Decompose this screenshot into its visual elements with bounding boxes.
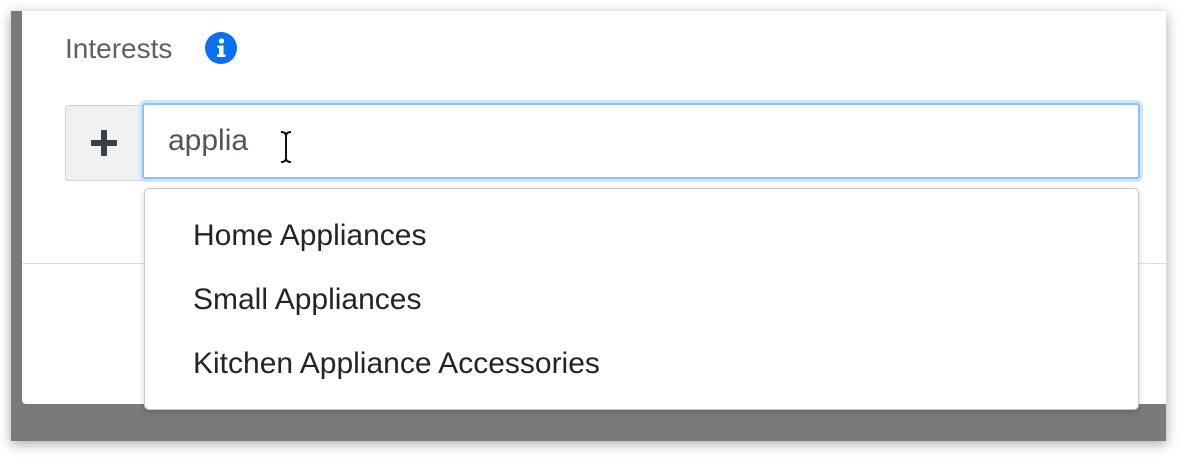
text-cursor-icon <box>280 131 292 163</box>
info-icon[interactable] <box>205 32 237 64</box>
add-interest-button[interactable] <box>65 105 142 181</box>
interests-panel: Interests Home Appliances Small Applianc… <box>22 11 1166 410</box>
window-frame: Interests Home Appliances Small Applianc… <box>11 11 1166 441</box>
suggestion-item[interactable]: Kitchen Appliance Accessories <box>145 337 1138 401</box>
interests-label: Interests <box>65 33 173 64</box>
suggestions-dropdown: Home Appliances Small Appliances Kitchen… <box>144 188 1139 410</box>
suggestion-item[interactable]: Small Appliances <box>145 273 1138 337</box>
plus-icon <box>91 130 117 156</box>
interests-input-group <box>65 103 1141 181</box>
suggestion-item[interactable]: Home Appliances <box>145 209 1138 273</box>
